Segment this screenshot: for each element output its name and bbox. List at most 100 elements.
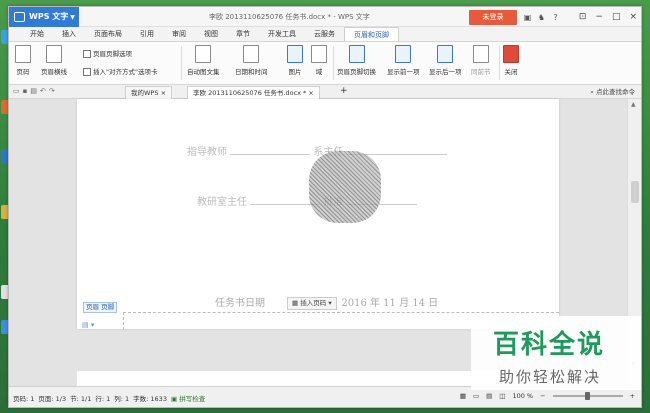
insert-page-number-button[interactable]: ▦ 插入页码 ▾ (287, 297, 337, 310)
date-label: 任务书日期 (215, 298, 265, 309)
chevron-down-icon: ▼ (70, 14, 75, 21)
close-tab-icon[interactable]: × (308, 89, 313, 97)
zoom-slider-knob[interactable] (585, 392, 591, 400)
tab-section[interactable]: 章节 (227, 27, 259, 41)
minimize-icon[interactable]: − (595, 12, 603, 22)
redo-icon[interactable]: ↷ (49, 87, 55, 95)
picture-icon (287, 45, 303, 63)
watermark-subtitle: 助你轻松解决 (499, 368, 602, 386)
tab-page-layout[interactable]: 页面布局 (85, 27, 131, 41)
zoom-in-icon[interactable]: + (630, 392, 635, 400)
signature-line (230, 154, 311, 155)
tab-current-document[interactable]: 李欧 2013110625076 任务书.docx * × (187, 86, 320, 99)
view-mode-icon[interactable]: ▦ (460, 392, 466, 400)
ribbon-divider (333, 46, 334, 80)
close-icon[interactable]: × (629, 12, 637, 22)
tab-header-footer[interactable]: 页眉和页脚 (344, 27, 399, 41)
spellcheck-label: 拼写检查 (179, 395, 206, 403)
restore-ribbon-icon[interactable]: ⊡ (579, 12, 587, 22)
page-number-button[interactable]: 页码 (15, 45, 31, 76)
spellcheck-toggle[interactable]: ▣ 拼写检查 (171, 393, 205, 403)
ribbon-panel: 页码 页眉横线 页眉页脚选项 插入"对齐方式"选项卡 自动图文集 日期和时间 图… (9, 41, 641, 85)
zoom-slider[interactable] (552, 392, 623, 400)
office-head-label: 教研室主任 (197, 197, 247, 208)
picture-button[interactable]: 图片 (287, 45, 303, 76)
login-button[interactable]: 未登录 (469, 10, 517, 25)
field-icon (311, 45, 327, 63)
save-icon[interactable]: ▪ (23, 87, 28, 95)
undo-icon[interactable]: ↶ (40, 87, 46, 95)
tab-cloud[interactable]: 云服务 (305, 27, 344, 41)
header-footer-options-button[interactable]: 页眉页脚选项 (83, 48, 132, 58)
tab-insert[interactable]: 插入 (53, 27, 85, 41)
window-title: 李欧 2013110625076 任务书.docx * - WPS 文字 (209, 13, 370, 21)
tab-home[interactable]: 开始 (21, 27, 53, 41)
options-icon (83, 50, 91, 58)
auto-text-icon (195, 45, 212, 63)
field-button[interactable]: 域 (311, 45, 327, 76)
footer-tag-label: 页脚 (101, 303, 115, 311)
insert-align-tab-button[interactable]: 插入"对齐方式"选项卡 (83, 66, 157, 76)
zoom-out-icon[interactable]: − (540, 392, 545, 400)
ribbon-divider (181, 46, 182, 80)
status-info: 页码: 1 页面: 1/3 节: 1/1 行: 1 列: 1 字数: 1633 … (13, 393, 205, 403)
skin-icon[interactable]: ▣ (522, 13, 533, 22)
wps-app-menu-button[interactable]: WPS 文字 ▼ (9, 7, 79, 27)
scrollbar-thumb[interactable] (631, 181, 639, 203)
quick-access-toolbar: ▭ ▪ ▤ ↶ ↷ (13, 87, 55, 95)
wps-writer-window: WPS 文字 ▼ 李欧 2013110625076 任务书.docx * - WP… (8, 6, 642, 408)
command-search[interactable]: ⌕ 点此查找命令 (590, 86, 635, 98)
tab-developer[interactable]: 开发工具 (259, 27, 305, 41)
open-folder-icon[interactable]: ▭ (13, 87, 20, 95)
document-page[interactable]: 指导教师 系主任 教研室主任 批准 任务书日期 2016 年 11 月 14 日 (77, 99, 559, 329)
header-line-label: 页眉横线 (41, 68, 67, 76)
current-document-label: 李欧 2013110625076 任务书.docx * (193, 89, 307, 97)
show-previous-button[interactable]: 显示前一项 (387, 45, 420, 76)
close-header-footer-button[interactable]: 关闭 (503, 45, 519, 76)
my-wps-label: 我的WPS (131, 89, 159, 97)
zoom-level: 100 % (512, 392, 534, 400)
header-line-button[interactable]: 页眉横线 (41, 45, 67, 76)
tab-references[interactable]: 引用 (131, 27, 163, 41)
web-view-icon[interactable]: ◫ (499, 392, 505, 400)
outline-view-icon[interactable]: ▤ (486, 392, 492, 400)
same-as-previous-button[interactable]: 同前节 (471, 45, 491, 76)
print-icon[interactable]: ▤ (30, 87, 37, 95)
shirt-icon[interactable]: ♞ (536, 13, 547, 22)
new-tab-button[interactable]: + (335, 86, 353, 99)
tab-view[interactable]: 视图 (195, 27, 227, 41)
close-tab-icon[interactable]: × (161, 89, 166, 97)
header-tag-label: 页眉 (86, 303, 99, 311)
field-label: 域 (315, 68, 323, 76)
page-view-icon[interactable]: ▭ (473, 392, 479, 400)
view-controls: ▦ ▭ ▤ ◫ 100 % − + (460, 392, 635, 400)
previous-icon (395, 45, 412, 63)
watermark-title: 百科全说 (493, 330, 606, 360)
date-time-label: 日期和时间 (235, 68, 268, 76)
show-next-button[interactable]: 显示后一项 (429, 45, 462, 76)
page-number-label: 页码 (16, 68, 30, 76)
next-icon (437, 45, 454, 63)
close-label: 关闭 (504, 68, 518, 76)
switch-header-footer-button[interactable]: 页眉页脚切换 (337, 45, 376, 76)
auto-text-button[interactable]: 自动图文集 (187, 45, 220, 76)
date-time-button[interactable]: 日期和时间 (235, 45, 268, 76)
maximize-icon[interactable]: □ (612, 12, 621, 22)
tab-my-wps[interactable]: 我的WPS × (125, 86, 173, 99)
app-name: WPS 文字 (29, 12, 69, 21)
doc-line-advisor: 指导教师 系主任 (187, 143, 447, 158)
title-bar: WPS 文字 ▼ 李欧 2013110625076 任务书.docx * - WP… (9, 7, 641, 27)
align-tab-icon (83, 68, 91, 76)
document-tab-bar: ▭ ▪ ▤ ↶ ↷ 我的WPS × 李欧 2013110625076 任务书.d… (9, 85, 641, 99)
header-line-icon (46, 45, 62, 63)
insert-page-number-label: 插入页码 (300, 299, 327, 307)
status-pages: 页面: 1/3 (38, 395, 67, 403)
tab-review[interactable]: 审阅 (163, 27, 195, 41)
header-footer-options-label: 页眉页脚选项 (93, 50, 132, 58)
scroll-up-icon[interactable]: ▲ (631, 101, 636, 108)
help-icon[interactable]: ? (550, 13, 561, 22)
auto-text-label: 自动图文集 (187, 68, 220, 76)
footer-options-icon[interactable]: ▤ ▾ (82, 321, 94, 329)
switch-icon (348, 45, 365, 63)
show-next-label: 显示后一项 (429, 68, 462, 76)
